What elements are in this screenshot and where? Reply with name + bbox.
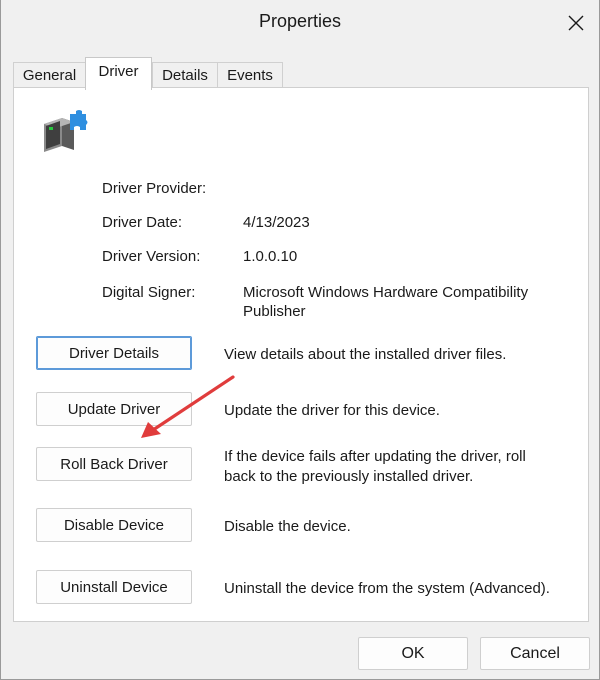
- roll-back-description-line1: If the device fails after updating the d…: [224, 448, 526, 465]
- tab-general[interactable]: General: [13, 62, 86, 89]
- tab-events[interactable]: Events: [217, 62, 283, 89]
- roll-back-description-line2: back to the previously installed driver.: [224, 468, 474, 485]
- driver-date-value: 4/13/2023: [243, 214, 310, 231]
- update-driver-description: Update the driver for this device.: [224, 402, 440, 419]
- driver-version-value: 1.0.0.10: [243, 248, 298, 265]
- digital-signer-value-line2: Publisher: [243, 303, 306, 320]
- disable-device-description: Disable the device.: [224, 518, 351, 535]
- tab-details[interactable]: Details: [152, 62, 218, 89]
- driver-provider-label: Driver Provider:: [102, 180, 207, 197]
- uninstall-device-button[interactable]: Uninstall Device: [36, 570, 192, 604]
- digital-signer-label: Digital Signer:: [102, 284, 196, 301]
- driver-tab-panel: Driver Provider: Driver Date: 4/13/2023 …: [13, 87, 589, 622]
- driver-details-button[interactable]: Driver Details: [36, 336, 192, 370]
- device-icon: [44, 110, 88, 152]
- uninstall-device-description: Uninstall the device from the system (Ad…: [224, 580, 550, 597]
- driver-date-label: Driver Date:: [102, 214, 183, 231]
- close-icon: [568, 15, 584, 30]
- digital-signer-value-line1: Microsoft Windows Hardware Compatibility: [243, 284, 529, 301]
- ok-button[interactable]: OK: [358, 637, 468, 670]
- roll-back-driver-button[interactable]: Roll Back Driver: [36, 447, 192, 481]
- title-bar: Properties: [1, 0, 599, 45]
- close-button[interactable]: [553, 0, 599, 45]
- update-driver-button[interactable]: Update Driver: [36, 392, 192, 426]
- driver-details-description: View details about the installed driver …: [224, 346, 507, 363]
- tab-driver[interactable]: Driver: [85, 57, 152, 90]
- cancel-button[interactable]: Cancel: [480, 637, 590, 670]
- driver-version-label: Driver Version:: [102, 248, 201, 265]
- disable-device-button[interactable]: Disable Device: [36, 508, 192, 542]
- window-title: Properties: [258, 11, 342, 31]
- properties-dialog: Properties General Driver Details Events…: [0, 0, 600, 680]
